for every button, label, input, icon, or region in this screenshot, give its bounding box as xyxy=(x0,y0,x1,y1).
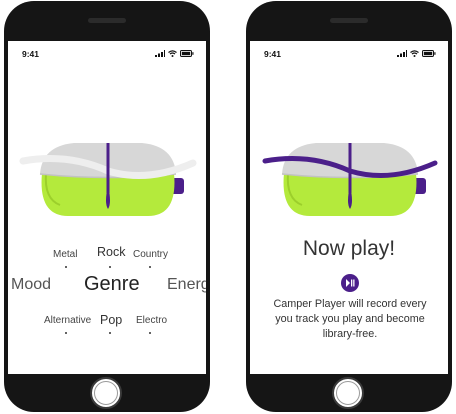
signal-icon xyxy=(397,50,407,57)
status-icons xyxy=(397,50,436,57)
phone-right: 9:41 Now play! Camper Player will record… xyxy=(246,1,452,412)
picker-dot xyxy=(65,332,67,334)
wifi-icon xyxy=(410,50,419,57)
picker-dot xyxy=(149,266,151,268)
picker-dot xyxy=(149,332,151,334)
picker-option-pop[interactable]: Pop xyxy=(100,313,122,327)
home-button[interactable] xyxy=(332,377,364,409)
status-bar: 9:41 xyxy=(8,41,206,67)
play-pause-icon xyxy=(346,279,355,287)
status-time: 9:41 xyxy=(22,49,40,59)
play-pause-button[interactable] xyxy=(341,274,359,292)
picker-option-electro[interactable]: Electro xyxy=(136,315,167,326)
phone-left: 9:41 Metal Rock Country Mood Genre Energ… xyxy=(4,1,210,412)
screen-right: 9:41 Now play! Camper Player will record… xyxy=(250,41,448,374)
picker-option-mood[interactable]: Mood xyxy=(11,276,51,294)
home-button[interactable] xyxy=(90,377,122,409)
picker-option-alternative[interactable]: Alternative xyxy=(44,315,91,326)
picker-option-country[interactable]: Country xyxy=(133,249,168,260)
status-bar: 9:41 xyxy=(250,41,448,67)
battery-icon xyxy=(180,50,194,57)
picker-dot xyxy=(65,266,67,268)
status-time: 9:41 xyxy=(264,49,282,59)
screen-left: 9:41 Metal Rock Country Mood Genre Energ… xyxy=(8,41,206,374)
camper-speaker-illustration xyxy=(19,143,197,216)
picker-option-genre-selected[interactable]: Genre xyxy=(84,273,140,296)
picker-option-metal[interactable]: Metal xyxy=(53,249,77,260)
picker-dot xyxy=(109,266,111,268)
picker-dot xyxy=(109,332,111,334)
description-text: Camper Player will record every you trac… xyxy=(273,298,427,340)
now-play-title: Now play! xyxy=(302,237,396,260)
wifi-icon xyxy=(168,50,177,57)
picker-option-energy[interactable]: Energy xyxy=(167,276,206,294)
battery-icon xyxy=(422,50,436,57)
camper-speaker-illustration xyxy=(262,143,438,216)
speaker-grille xyxy=(88,18,126,23)
signal-icon xyxy=(155,50,165,57)
speaker-grille xyxy=(330,18,368,23)
status-icons xyxy=(155,50,194,57)
picker-option-rock[interactable]: Rock xyxy=(97,245,125,259)
genre-picker[interactable]: Metal Rock Country Mood Genre Energy Alt… xyxy=(8,237,206,357)
